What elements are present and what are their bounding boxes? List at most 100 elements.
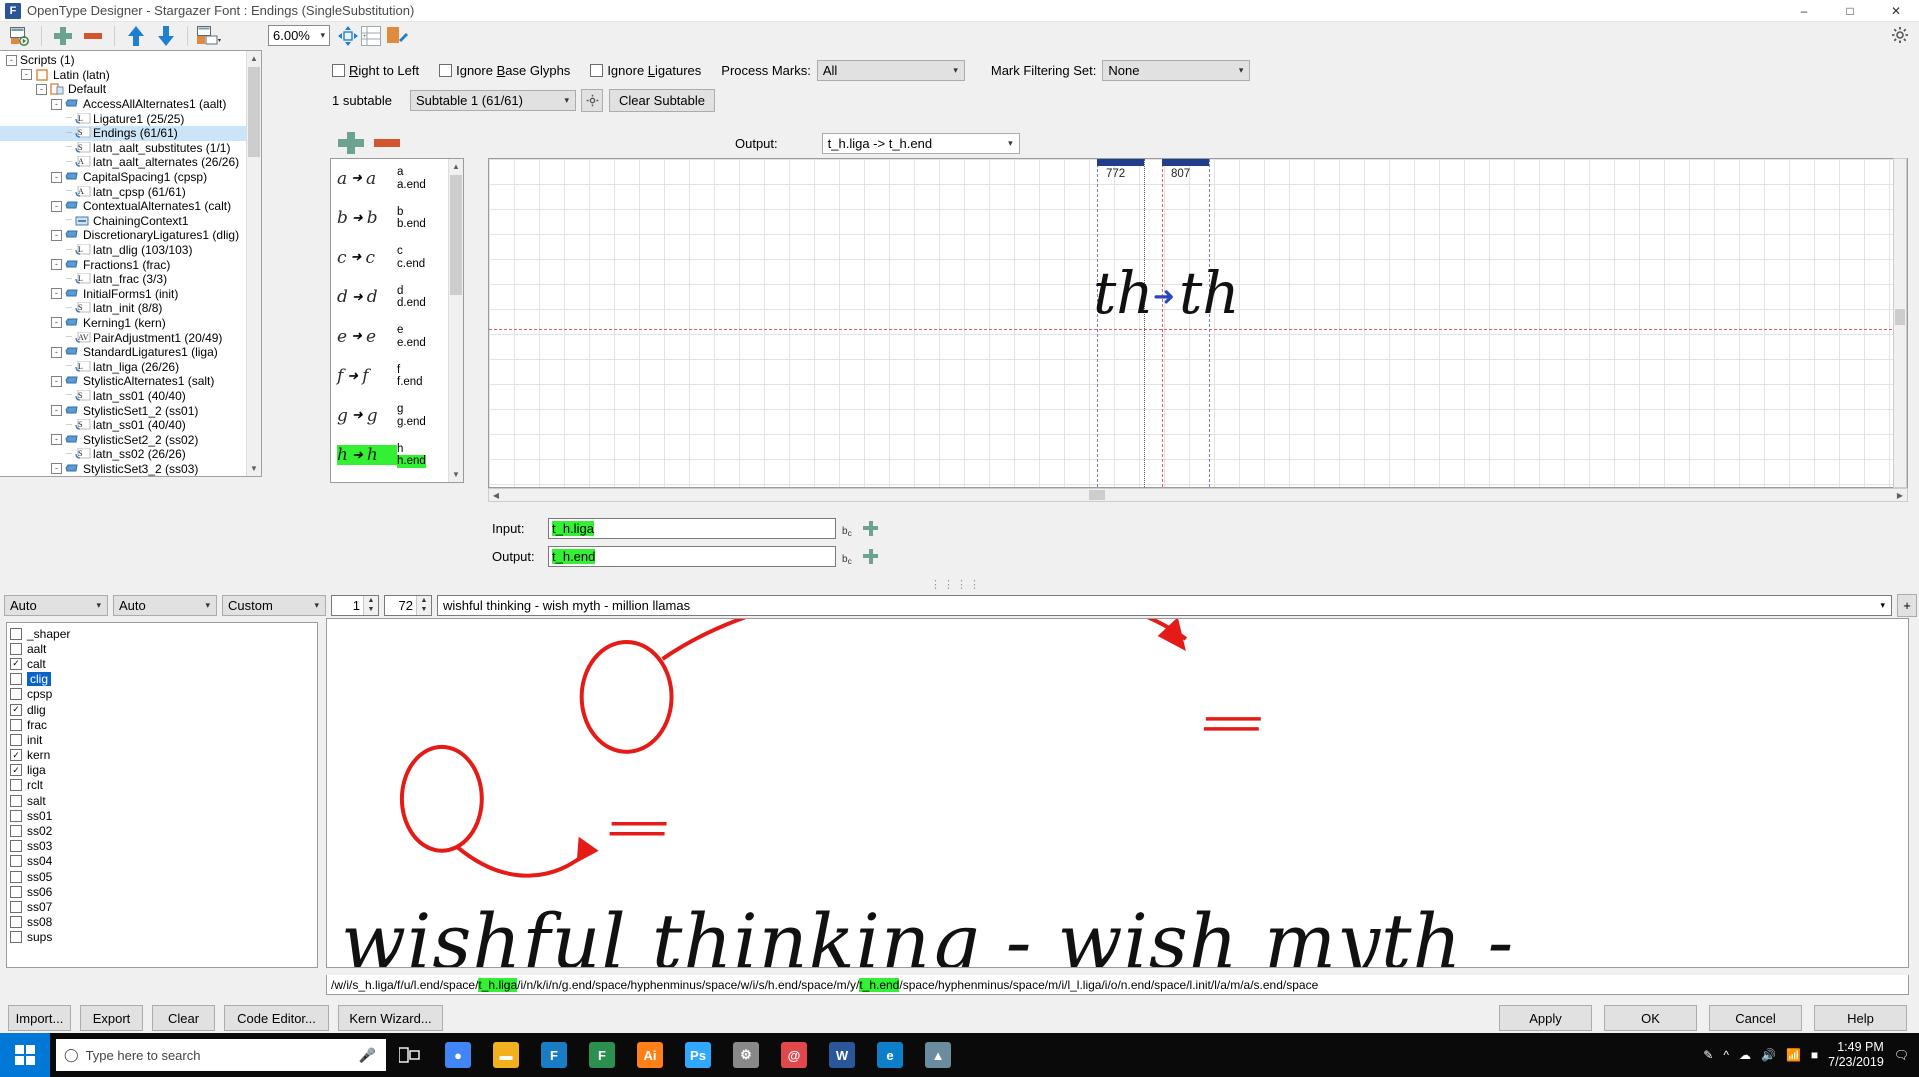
tree-expander-icon[interactable]: - xyxy=(51,463,62,475)
feature-checkbox[interactable] xyxy=(10,718,22,731)
plus-icon[interactable] xyxy=(863,521,878,536)
onedrive-icon[interactable]: ☁ xyxy=(1739,1048,1751,1062)
pen-icon[interactable]: ✎ xyxy=(1703,1048,1713,1062)
tree-item[interactable]: - ContextualAlternates1 (calt) xyxy=(0,199,261,214)
feature-row-salt[interactable]: salt xyxy=(10,793,317,808)
script-select[interactable]: Auto ▾ xyxy=(113,594,217,616)
feature-checkbox[interactable] xyxy=(10,931,22,944)
plus-icon[interactable] xyxy=(863,549,878,564)
glyph-class-icon[interactable]: bc xyxy=(842,548,858,566)
spin-down-icon[interactable]: ▼ xyxy=(364,605,378,615)
tree-expander-icon[interactable]: - xyxy=(6,54,17,66)
checkbox-box[interactable] xyxy=(332,64,345,77)
feature-row-ss03[interactable]: ss03 xyxy=(10,839,317,854)
feature-checkbox[interactable] xyxy=(10,900,22,913)
feature-row-ss01[interactable]: ss01 xyxy=(10,808,317,823)
tree-item[interactable]: ┈ Slatn_aalt_substitutes (1/1) xyxy=(0,141,261,156)
spin-up-icon[interactable]: ▲ xyxy=(364,595,378,605)
tree-scroll-thumb[interactable] xyxy=(248,67,260,157)
ignore-base-glyphs-checkbox[interactable]: Ignore Base Glyphs xyxy=(439,63,570,78)
tree-item[interactable]: ┈ Alatn_aalt_alternates (26/26) xyxy=(0,155,261,170)
feature-checkbox[interactable] xyxy=(10,870,22,883)
tree-item[interactable]: ┈ ChainingContext1 xyxy=(0,214,261,229)
opentype-designer-icon[interactable]: ▲ xyxy=(914,1033,962,1077)
glyph-substitution-row[interactable]: c ➜ c c c.end xyxy=(331,238,463,278)
feature-checkbox[interactable] xyxy=(10,840,22,853)
feature-row-liga[interactable]: ✓ liga xyxy=(10,763,317,778)
feature-checkbox[interactable]: ✓ xyxy=(10,749,22,762)
substitution-glyph-list[interactable]: a ➜ a a a.end b ➜ b b b.end c ➜ c c c.end d ➜ d d d.end e ➜ e e… xyxy=(330,158,464,483)
tree-item[interactable]: ┈ Slatn_init (8/8) xyxy=(0,301,261,316)
glyph-substitution-row[interactable]: a ➜ a a a.end xyxy=(331,159,463,199)
apply-button[interactable]: Apply xyxy=(1499,1005,1592,1031)
export-button[interactable]: Export xyxy=(80,1005,143,1031)
tree-item[interactable]: ┈ L Ligature1 (25/25) xyxy=(0,111,261,126)
canvas-horizontal-scrollbar[interactable]: ◀ ▶ xyxy=(488,488,1908,502)
taskbar-clock[interactable]: 1:49 PM 7/23/2019 xyxy=(1828,1040,1884,1070)
feature-checkbox[interactable] xyxy=(10,855,22,868)
input-field[interactable]: t_h.liga xyxy=(548,518,836,539)
tree-item[interactable]: ┈ AV PairAdjustment1 (20/49) xyxy=(0,330,261,345)
feature-rows-container[interactable]: _shaper aalt ✓ calt clig cpsp ✓ dlig frac init ✓ ke… xyxy=(10,626,317,945)
cancel-button[interactable]: Cancel xyxy=(1709,1005,1802,1031)
action-center-icon[interactable]: 🗨 xyxy=(1894,1048,1909,1062)
tree-scrollbar[interactable]: ▲ ▼ xyxy=(246,51,261,476)
tree-item[interactable]: - Fractions1 (frac) xyxy=(0,257,261,272)
glyph-substitution-row[interactable]: e ➜ e e e.end xyxy=(331,317,463,357)
tree-item[interactable]: - DiscretionaryLigatures1 (dlig) xyxy=(0,228,261,243)
tree-expander-icon[interactable]: - xyxy=(36,83,47,95)
glyph-scroll-thumb[interactable] xyxy=(450,175,462,295)
right-to-left-checkbox[interactable]: Right to Left xyxy=(332,63,419,78)
feature-checkbox[interactable]: ✓ xyxy=(10,764,22,777)
volume-icon[interactable]: 🔊 xyxy=(1761,1048,1776,1062)
feature-row-kern[interactable]: ✓ kern xyxy=(10,748,317,763)
glyph-substitution-row[interactable]: f ➜ f f f.end xyxy=(331,357,463,397)
battery-icon[interactable]: ■ xyxy=(1811,1048,1818,1062)
feature-checkbox[interactable] xyxy=(10,794,22,807)
tree-expander-icon[interactable]: - xyxy=(51,288,62,300)
tree-item[interactable]: - Default xyxy=(0,82,261,97)
minus-icon[interactable] xyxy=(374,139,400,147)
tree-item[interactable]: ┈ Slatn_ss02 (26/26) xyxy=(0,447,261,462)
spin-down-icon[interactable]: ▼ xyxy=(417,605,431,615)
feature-row-rclt[interactable]: rclt xyxy=(10,778,317,793)
tree-item[interactable]: - InitialForms1 (init) xyxy=(0,287,261,302)
subtable-settings-button[interactable] xyxy=(581,89,603,112)
tree-expander-icon[interactable]: - xyxy=(51,434,62,446)
canvas-scroll-left-icon[interactable]: ◀ xyxy=(489,489,503,501)
plus-icon[interactable] xyxy=(338,132,364,154)
glyph-scroll-down-icon[interactable]: ▼ xyxy=(449,467,463,482)
glyph-canvas[interactable]: 772 807 th ➜ th xyxy=(488,158,1908,488)
canvas-vertical-scrollbar[interactable] xyxy=(1893,158,1907,488)
feature-list-panel[interactable]: _shaper aalt ✓ calt clig cpsp ✓ dlig frac init ✓ ke… xyxy=(6,622,318,968)
size-spin-buttons[interactable]: ▲ ▼ xyxy=(416,595,431,615)
clear-subtable-button[interactable]: Clear Subtable xyxy=(609,89,715,112)
help-button[interactable]: Help xyxy=(1814,1005,1907,1031)
windows-start-icon[interactable] xyxy=(0,1033,50,1077)
glyph-substitution-row[interactable]: i➜iii.end xyxy=(331,475,463,482)
move-up-icon[interactable] xyxy=(122,23,150,49)
add-icon[interactable] xyxy=(49,23,77,49)
tree-item[interactable]: - StandardLigatures1 (liga) xyxy=(0,345,261,360)
tree-item[interactable]: ┈ Alatn_cpsp (61/61) xyxy=(0,184,261,199)
run-preview-icon[interactable] xyxy=(6,23,34,49)
feature-row-aalt[interactable]: aalt xyxy=(10,641,317,656)
fontlab-icon[interactable]: F xyxy=(530,1033,578,1077)
glyph-substitution-row[interactable]: g ➜ g g g.end xyxy=(331,396,463,436)
show-hidden-icons-icon[interactable]: ^ xyxy=(1723,1048,1729,1062)
feature-row-calt[interactable]: ✓ calt xyxy=(10,656,317,671)
feature-row-ss08[interactable]: ss08 xyxy=(10,915,317,930)
fit-to-window-icon[interactable] xyxy=(338,26,358,49)
tree-item[interactable]: - Latin (latn) xyxy=(0,68,261,83)
splitter-grip[interactable]: ⋮⋮⋮⋮ xyxy=(930,578,982,591)
tree-expander-icon[interactable]: - xyxy=(51,200,62,212)
taskbar-search-input[interactable]: ◯ Type here to search 🎤 xyxy=(56,1039,386,1071)
text-preview-panel[interactable]: wishful thinking - wish myth - million l… xyxy=(326,618,1909,968)
tree-item[interactable]: ┈ S Endings (61/61) xyxy=(0,125,261,141)
tree-item[interactable]: ┈ Llatn_frac (3/3) xyxy=(0,272,261,287)
ignore-ligatures-checkbox[interactable]: Ignore Ligatures xyxy=(590,63,701,78)
checkbox-box[interactable] xyxy=(439,64,453,77)
lookup-tree[interactable]: - Scripts (1) - Latin (latn) - Default - Access… xyxy=(0,51,261,476)
close-button[interactable]: ✕ xyxy=(1873,0,1919,22)
tree-expander-icon[interactable]: - xyxy=(21,69,32,81)
